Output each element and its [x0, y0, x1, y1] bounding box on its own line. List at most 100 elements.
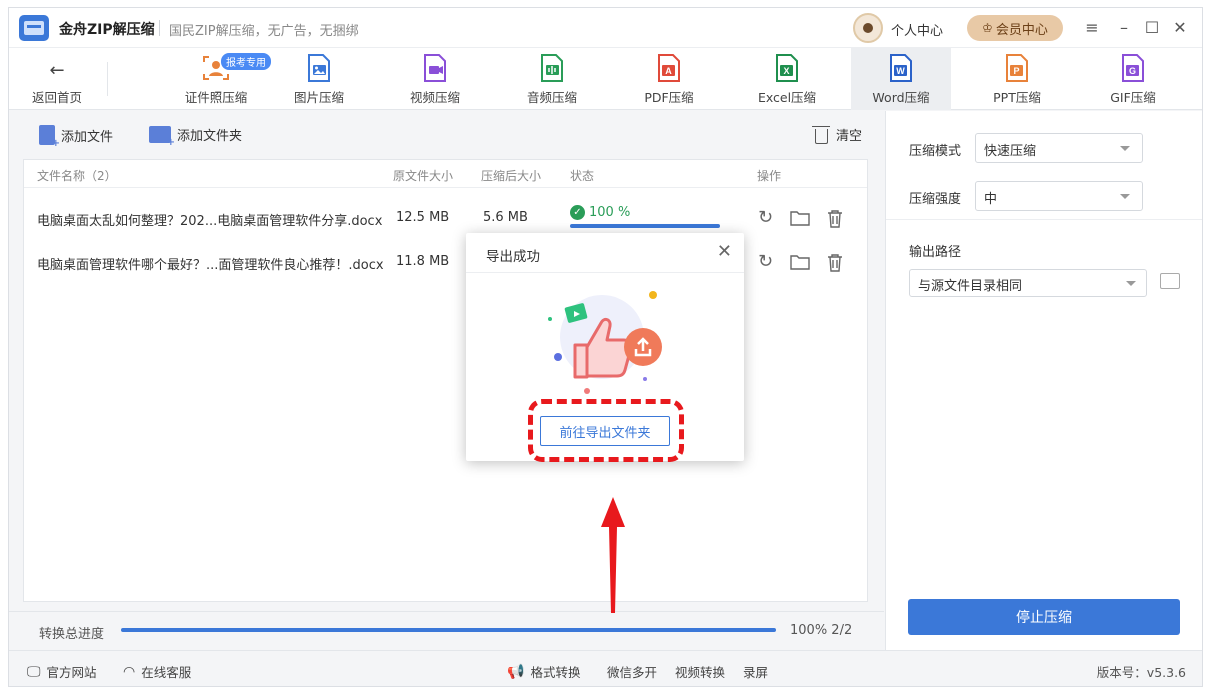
red-arrow-annotation — [598, 495, 628, 615]
tab-label: GIF压缩 — [1110, 90, 1156, 105]
tab-word[interactable]: W Word压缩 — [851, 48, 951, 110]
tab-video[interactable]: 视频压缩 — [397, 48, 473, 110]
back-home-button[interactable]: ← 返回首页 — [27, 48, 87, 110]
file-actions-bar: 添加文件 添加文件夹 清空 — [9, 111, 884, 157]
app-title: 金舟ZIP解压缩 — [59, 22, 155, 38]
svg-text:A: A — [665, 66, 672, 76]
website-link[interactable]: 🖵 官方网站 — [27, 662, 97, 681]
gif-icon: G — [1118, 53, 1148, 83]
toolbar-divider — [107, 62, 108, 96]
video-icon — [420, 53, 450, 83]
tab-label: 证件照压缩 — [184, 90, 248, 105]
menu-icon[interactable]: ≡ — [1081, 17, 1103, 39]
output-path-select[interactable]: 与源文件目录相同 — [909, 269, 1147, 297]
header-status: 状态 — [570, 169, 595, 183]
app-slogan: 国民ZIP解压缩，无广告，无捆绑 — [169, 24, 359, 39]
tab-label: Excel压缩 — [757, 90, 817, 105]
vip-center-label: 会员中心 — [995, 22, 1048, 38]
clear-label: 清空 — [835, 129, 862, 144]
overall-progress: 转换总进度 100% 2/2 — [9, 611, 884, 647]
refresh-icon[interactable]: ↻ — [758, 251, 773, 272]
row-progress-bar — [570, 224, 720, 228]
tab-label: PDF压缩 — [644, 90, 694, 105]
table-header: 文件名称（2） 原文件大小 压缩后大小 状态 操作 — [24, 160, 867, 188]
status-badge: ✓ 100 % — [570, 205, 630, 220]
headset-icon: ◠ — [123, 663, 136, 680]
minimize-icon[interactable]: – — [1113, 17, 1135, 39]
status-text: 100 % — [589, 205, 631, 220]
monitor-icon: 🖵 — [27, 663, 41, 680]
settings-panel: 压缩模式 快速压缩 压缩强度 中 输出路径 与源文件目录相同 停止压缩 — [885, 111, 1202, 686]
crown-icon: ♔ — [982, 21, 993, 35]
header-name: 文件名称（2） — [37, 169, 117, 183]
strength-select[interactable]: 中 — [975, 181, 1143, 211]
tab-image[interactable]: 图片压缩 — [281, 48, 357, 110]
tab-label: 图片压缩 — [293, 90, 344, 105]
tab-audio[interactable]: 音频压缩 — [514, 48, 590, 110]
browse-folder-icon[interactable] — [1160, 273, 1180, 289]
vip-center-button[interactable]: ♔ 会员中心 — [967, 15, 1063, 41]
image-icon — [304, 53, 334, 83]
thumbs-up-illustration — [530, 287, 680, 397]
title-bar: 金舟ZIP解压缩 国民ZIP解压缩，无广告，无捆绑 个人中心 ♔ 会员中心 ≡ … — [9, 8, 1202, 48]
header-actions: 操作 — [757, 169, 782, 183]
red-dashed-highlight — [528, 399, 684, 462]
file-name: 电脑桌面管理软件哪个最好？...面管理软件良心推荐！.docx — [37, 258, 384, 273]
tab-excel[interactable]: X Excel压缩 — [747, 48, 827, 110]
svg-text:G: G — [1129, 66, 1136, 76]
add-folder-button[interactable]: 添加文件夹 — [149, 125, 242, 148]
tab-ppt[interactable]: P PPT压缩 — [979, 48, 1055, 110]
excel-icon: X — [772, 53, 802, 83]
delete-icon[interactable] — [827, 210, 843, 233]
tab-label: 音频压缩 — [526, 90, 577, 105]
trash-icon — [811, 125, 830, 144]
tab-label: PPT压缩 — [993, 90, 1041, 105]
audio-icon — [537, 53, 567, 83]
tab-pdf[interactable]: A PDF压缩 — [631, 48, 707, 110]
wechat-multi-link[interactable]: 微信多开 — [607, 662, 657, 681]
tab-label: Word压缩 — [872, 90, 930, 105]
support-link[interactable]: ◠ 在线客服 — [123, 662, 191, 681]
original-size: 11.8 MB — [396, 254, 450, 269]
open-folder-icon[interactable] — [790, 210, 810, 231]
website-label: 官方网站 — [46, 665, 97, 680]
word-icon: W — [886, 53, 916, 83]
mode-label: 压缩模式 — [909, 144, 962, 159]
file-name: 电脑桌面太乱如何整理？202...电脑桌面管理软件分享.docx — [37, 214, 383, 229]
pdf-icon: A — [654, 53, 684, 83]
mode-select[interactable]: 快速压缩 — [975, 133, 1143, 163]
video-convert-link[interactable]: 视频转换 — [675, 662, 725, 681]
add-file-icon — [39, 125, 60, 149]
tab-gif[interactable]: G GIF压缩 — [1095, 48, 1171, 110]
svg-text:X: X — [783, 66, 789, 76]
add-file-label: 添加文件 — [61, 129, 114, 145]
close-icon[interactable]: ✕ — [1169, 17, 1191, 39]
format-convert-link[interactable]: 📢 格式转换 — [507, 662, 580, 681]
compressed-size: 5.6 MB — [483, 210, 528, 225]
refresh-icon[interactable]: ↻ — [758, 207, 773, 228]
add-file-button[interactable]: 添加文件 — [39, 125, 114, 149]
svg-text:W: W — [896, 66, 905, 76]
settings-divider — [886, 219, 1202, 220]
clear-button[interactable]: 清空 — [811, 125, 862, 144]
stop-compress-button[interactable]: 停止压缩 — [908, 599, 1180, 635]
strength-label: 压缩强度 — [909, 192, 962, 207]
maximize-icon[interactable]: ☐ — [1141, 17, 1163, 39]
title-divider — [159, 20, 160, 36]
overall-progress-value: 100% 2/2 — [790, 623, 853, 638]
file-panel: 添加文件 添加文件夹 清空 文件名称（2） 原文件大小 压缩后大小 状态 操作 … — [9, 111, 884, 611]
open-folder-icon[interactable] — [790, 254, 810, 275]
tab-label: 视频压缩 — [409, 90, 460, 105]
screen-record-link[interactable]: 录屏 — [743, 662, 768, 681]
support-label: 在线客服 — [141, 665, 192, 680]
personal-center-link[interactable]: 个人中心 — [891, 20, 943, 39]
dialog-close-icon[interactable]: ✕ — [717, 241, 732, 263]
delete-icon[interactable] — [827, 254, 843, 277]
svg-text:P: P — [1013, 66, 1019, 76]
compress-toolbar: ← 返回首页 证件照压缩 报考专用 图片压缩 视频压缩 音频压缩 A PDF压缩… — [9, 48, 1202, 110]
ppt-icon: P — [1002, 53, 1032, 83]
footer-link-label: 格式转换 — [530, 665, 581, 680]
avatar[interactable] — [853, 13, 883, 43]
arrow-left-icon: ← — [49, 60, 65, 81]
overall-progress-label: 转换总进度 — [39, 627, 105, 642]
